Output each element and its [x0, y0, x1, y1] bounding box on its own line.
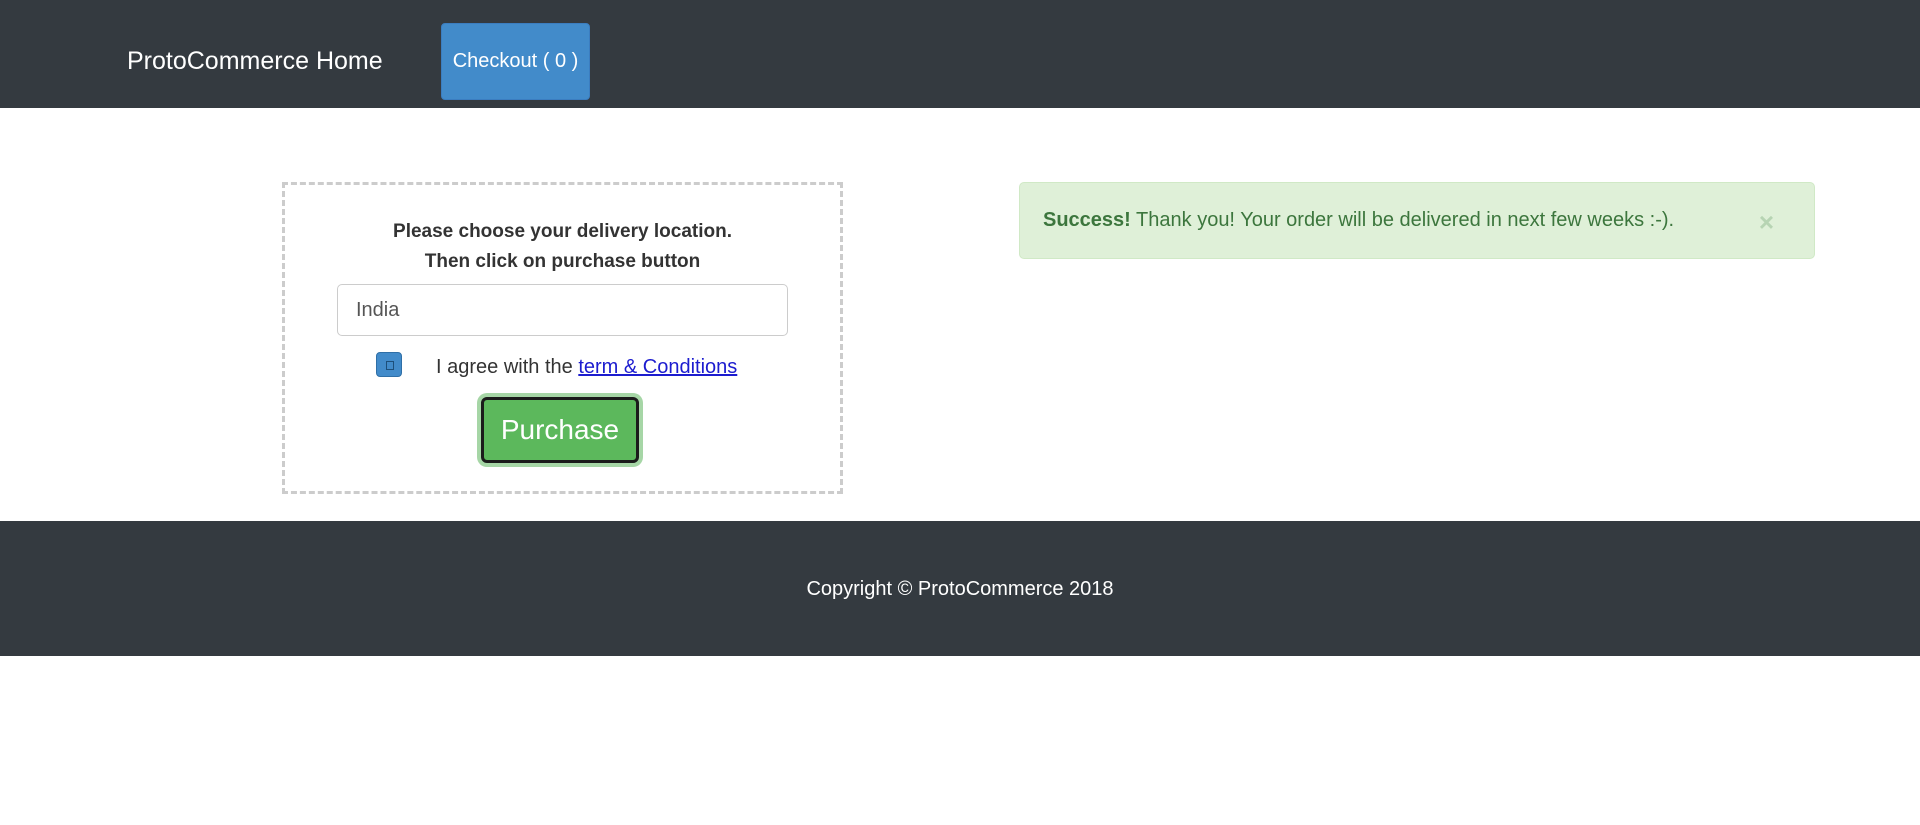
checkbox-glyph-icon — [386, 361, 394, 370]
delivery-form: Please choose your delivery location. Th… — [282, 182, 843, 494]
instruction-line-2: Then click on purchase button — [424, 251, 701, 272]
footer: Copyright © ProtoCommerce 2018 — [0, 521, 1920, 656]
copyright-text: Copyright © ProtoCommerce 2018 — [806, 578, 1114, 600]
agree-label: I agree with the — [436, 356, 573, 378]
purchase-button[interactable]: Purchase — [481, 397, 639, 463]
close-icon[interactable]: × — [1759, 209, 1774, 235]
navbar: ProtoCommerce Home Checkout ( 0 ) — [0, 0, 1920, 108]
delivery-instructions: Please choose your delivery location. Th… — [285, 217, 840, 277]
instruction-line-1: Please choose your delivery location. — [393, 221, 732, 242]
terms-agreement: I agree with the term & Conditions — [436, 352, 737, 382]
alert-title: Success! — [1043, 209, 1131, 231]
checkout-button[interactable]: Checkout ( 0 ) — [441, 23, 590, 100]
success-alert: Success! Thank you! Your order will be d… — [1019, 182, 1815, 259]
alert-body: Thank you! Your order will be delivered … — [1136, 209, 1675, 231]
country-input[interactable] — [337, 284, 788, 336]
brand-link[interactable]: ProtoCommerce Home — [127, 44, 383, 78]
alert-message: Success! Thank you! Your order will be d… — [1043, 208, 1674, 232]
terms-checkbox[interactable] — [376, 352, 402, 377]
terms-link[interactable]: term & Conditions — [578, 356, 737, 378]
